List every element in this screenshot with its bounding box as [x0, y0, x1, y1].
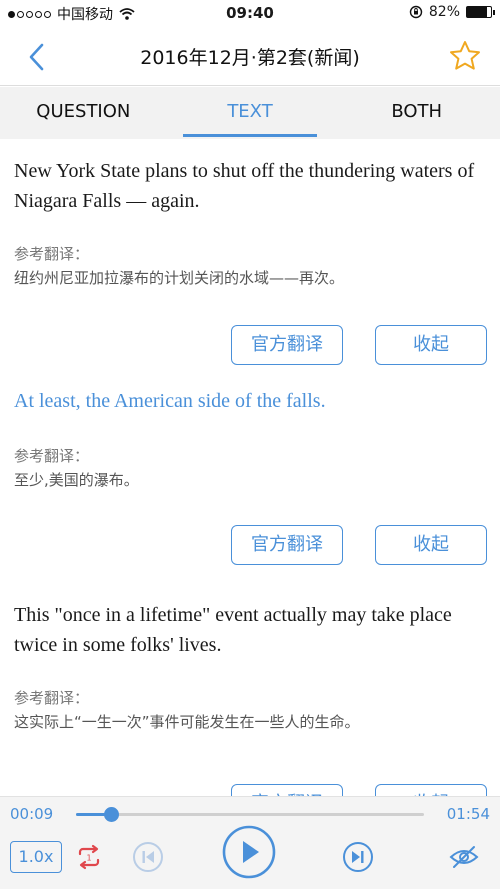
battery-icon: [466, 6, 495, 18]
entry-actions: 官方翻译 收起: [0, 325, 500, 365]
page-title: 2016年12月·第2套(新闻): [140, 47, 360, 69]
translation-text: 纽约州尼亚加拉瀑布的计划关闭的水域——再次。: [14, 269, 345, 287]
official-translation-button[interactable]: 官方翻译: [231, 784, 343, 796]
collapse-button[interactable]: 收起: [375, 325, 487, 365]
progress-slider[interactable]: [76, 807, 424, 822]
progress-thumb[interactable]: [103, 807, 119, 822]
translation-text: 至少,美国的瀑布。: [14, 471, 139, 489]
hide-text-icon[interactable]: [448, 841, 480, 873]
favorite-star-icon[interactable]: [448, 39, 482, 73]
tab-both[interactable]: BOTH: [333, 87, 500, 139]
sentence-text[interactable]: New York State plans to shut off the thu…: [14, 156, 488, 216]
translation-text: 这实际上“一生一次”事件可能发生在一些人的生命。: [14, 713, 360, 731]
status-right: 82%: [409, 4, 495, 20]
repeat-icon[interactable]: 1: [72, 840, 106, 874]
play-icon[interactable]: [222, 825, 276, 879]
nav-bar: 2016年12月·第2套(新闻): [0, 28, 500, 86]
total-time: 01:54: [446, 805, 490, 823]
next-icon[interactable]: [342, 841, 374, 873]
translation-label: 参考翻译：: [14, 447, 90, 465]
transcript-content[interactable]: New York State plans to shut off the thu…: [0, 140, 500, 796]
battery-percent: 82%: [428, 4, 460, 20]
playback-speed-button[interactable]: 1.0x: [10, 841, 62, 873]
sentence-entry: At least, the American side of the falls…: [14, 386, 488, 416]
entry-actions: 官方翻译 收起: [0, 525, 500, 565]
entry-actions: 官方翻译 收起: [0, 784, 500, 796]
tab-question[interactable]: QUESTION: [0, 87, 167, 139]
translation-label: 参考翻译：: [14, 689, 90, 707]
translation-label: 参考翻译：: [14, 245, 90, 263]
translation-block: 参考翻译： 至少,美国的瀑布。: [14, 444, 488, 492]
audio-player: 00:09 01:54 1.0x 1: [0, 796, 500, 889]
tab-text[interactable]: TEXT: [167, 87, 334, 139]
previous-icon[interactable]: [132, 841, 164, 873]
svg-text:1: 1: [86, 854, 91, 863]
battery-fill: [467, 7, 487, 17]
official-translation-button[interactable]: 官方翻译: [231, 525, 343, 565]
collapse-button[interactable]: 收起: [375, 525, 487, 565]
sentence-entry: New York State plans to shut off the thu…: [14, 156, 488, 216]
sentence-text-current[interactable]: At least, the American side of the falls…: [14, 386, 488, 416]
sentence-entry: This "once in a lifetime" event actually…: [14, 600, 488, 660]
translation-block: 参考翻译： 纽约州尼亚加拉瀑布的计划关闭的水域——再次。: [14, 242, 488, 290]
status-bar: 中国移动 09:40 82%: [0, 0, 500, 28]
view-tabs: QUESTION TEXT BOTH: [0, 87, 500, 139]
orientation-lock-icon: [409, 5, 423, 19]
translation-block: 参考翻译： 这实际上“一生一次”事件可能发生在一些人的生命。: [14, 686, 488, 734]
sentence-text[interactable]: This "once in a lifetime" event actually…: [14, 600, 488, 660]
collapse-button[interactable]: 收起: [375, 784, 487, 796]
official-translation-button[interactable]: 官方翻译: [231, 325, 343, 365]
current-time: 00:09: [10, 805, 54, 823]
